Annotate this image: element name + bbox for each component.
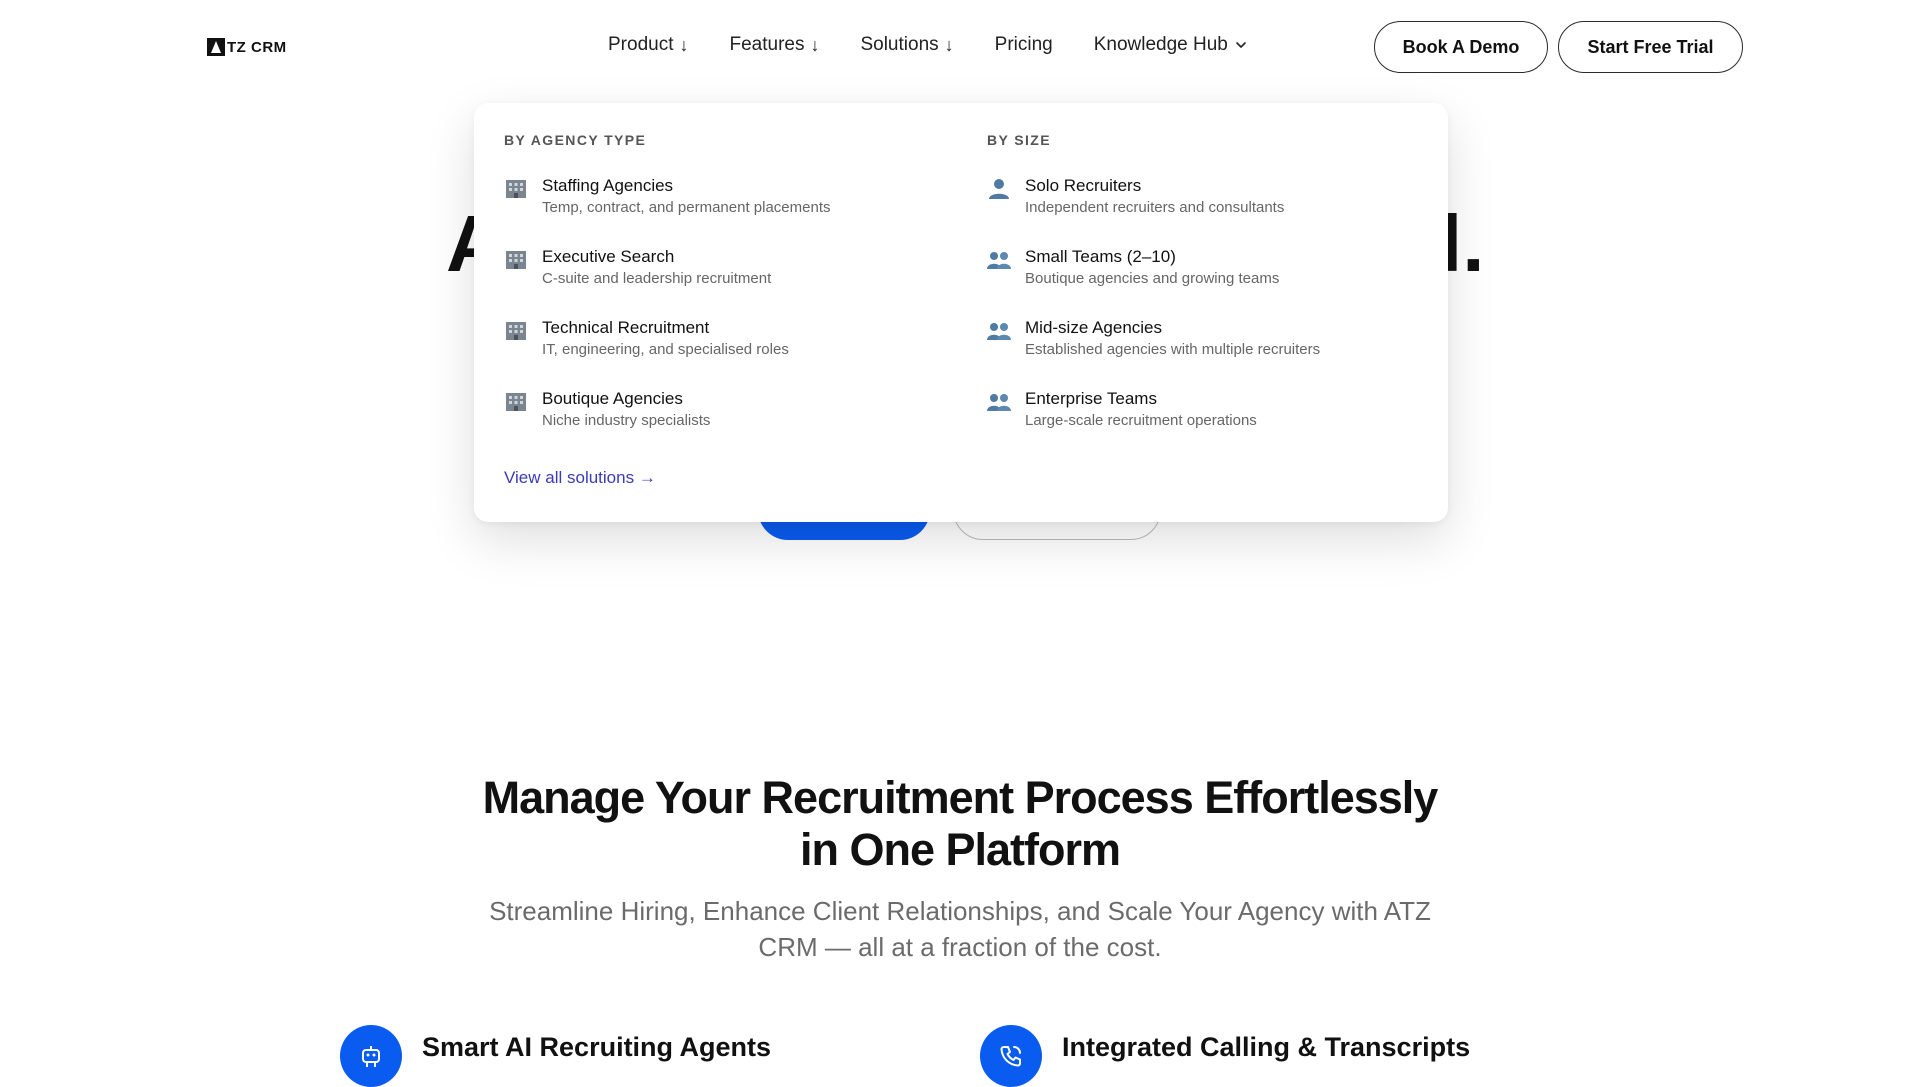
nav-knowledge-hub[interactable]: Knowledge Hub bbox=[1094, 34, 1248, 56]
menu-item-staffing-agencies[interactable]: Staffing Agencies Temp, contract, and pe… bbox=[504, 176, 831, 247]
menu-item-boutique-agencies[interactable]: Boutique Agencies Niche industry special… bbox=[504, 389, 831, 460]
people-icon bbox=[987, 323, 1011, 340]
size-heading: BY SIZE bbox=[987, 132, 1052, 148]
menu-item-desc: Established agencies with multiple recru… bbox=[1025, 341, 1321, 358]
nav-knowledge-hub-label: Knowledge Hub bbox=[1093, 34, 1228, 55]
logo-text: TZ CRM bbox=[227, 38, 287, 56]
arrow-down-icon: ↓ bbox=[810, 34, 820, 55]
nav-solutions-label: Solutions bbox=[860, 34, 939, 55]
nav-features-label: Features bbox=[729, 34, 805, 55]
menu-item-title: Mid-size Agencies bbox=[1025, 318, 1163, 337]
logo[interactable]: TZ CRM bbox=[207, 38, 287, 56]
menu-item-desc: Niche industry specialists bbox=[542, 412, 711, 429]
robot-icon bbox=[340, 1025, 402, 1087]
book-demo-button[interactable]: Book A Demo bbox=[1374, 21, 1548, 73]
nav-solutions[interactable]: Solutions ↓ bbox=[860, 34, 953, 56]
main-nav: Product ↓ Features ↓ Solutions ↓ Pricing… bbox=[608, 34, 1248, 56]
start-free-trial-button[interactable]: Start Free Trial bbox=[1558, 21, 1743, 73]
nav-pricing-label: Pricing bbox=[994, 34, 1053, 55]
menu-item-desc: Boutique agencies and growing teams bbox=[1025, 270, 1280, 287]
menu-item-enterprise-teams[interactable]: Enterprise Teams Large-scale recruitment… bbox=[987, 389, 1320, 460]
person-icon bbox=[989, 179, 1009, 199]
menu-item-desc: C-suite and leadership recruitment bbox=[542, 270, 772, 287]
solutions-dropdown: BY AGENCY TYPE Staffing Agencies Temp, c… bbox=[474, 103, 1448, 522]
menu-item-desc: IT, engineering, and specialised roles bbox=[542, 341, 789, 358]
menu-item-desc: Large-scale recruitment operations bbox=[1025, 412, 1257, 429]
menu-item-desc: Temp, contract, and permanent placements bbox=[542, 199, 831, 216]
agency-type-column: BY AGENCY TYPE Staffing Agencies Temp, c… bbox=[504, 132, 831, 460]
people-icon bbox=[987, 394, 1011, 411]
nav-pricing[interactable]: Pricing bbox=[995, 34, 1053, 56]
menu-item-title: Boutique Agencies bbox=[542, 389, 683, 408]
logo-mark-icon bbox=[207, 38, 225, 56]
arrow-down-icon: ↓ bbox=[944, 34, 954, 55]
menu-item-title: Enterprise Teams bbox=[1025, 389, 1157, 408]
building-icon bbox=[506, 251, 526, 269]
feature-smart-ai-agents: Smart AI Recruiting Agents bbox=[340, 1025, 771, 1087]
feature-integrated-calling: Integrated Calling & Transcripts bbox=[980, 1025, 1470, 1087]
section-title-line-1: Manage Your Recruitment Process Effortle… bbox=[482, 772, 1439, 823]
feature-title: Integrated Calling & Transcripts bbox=[1062, 1031, 1471, 1062]
section-title: Manage Your Recruitment Process Effortle… bbox=[0, 772, 1920, 876]
arrow-down-icon: ↓ bbox=[679, 34, 689, 55]
menu-item-mid-size-agencies[interactable]: Mid-size Agencies Established agencies w… bbox=[987, 318, 1320, 389]
menu-item-technical-recruitment[interactable]: Technical Recruitment IT, engineering, a… bbox=[504, 318, 831, 389]
size-column: BY SIZE Solo Recruiters Independent recr… bbox=[987, 132, 1320, 460]
section-title-line-2: in One Platform bbox=[799, 824, 1121, 875]
menu-item-title: Executive Search bbox=[542, 247, 675, 266]
phone-icon bbox=[980, 1025, 1042, 1087]
menu-item-title: Small Teams (2–10) bbox=[1025, 247, 1176, 266]
view-all-solutions-link[interactable]: View all solutions → bbox=[504, 468, 656, 488]
people-icon bbox=[987, 252, 1011, 269]
building-icon bbox=[506, 180, 526, 198]
building-icon bbox=[506, 322, 526, 340]
menu-item-small-teams[interactable]: Small Teams (2–10) Boutique agencies and… bbox=[987, 247, 1320, 318]
menu-item-solo-recruiters[interactable]: Solo Recruiters Independent recruiters a… bbox=[987, 176, 1320, 247]
menu-item-title: Technical Recruitment bbox=[542, 318, 710, 337]
menu-item-title: Solo Recruiters bbox=[1025, 176, 1142, 195]
chevron-down-icon bbox=[1236, 42, 1246, 48]
menu-item-title: Staffing Agencies bbox=[542, 176, 674, 195]
nav-features[interactable]: Features ↓ bbox=[729, 34, 819, 56]
section-subtitle: Streamline Hiring, Enhance Client Relati… bbox=[489, 896, 1431, 962]
nav-product[interactable]: Product ↓ bbox=[608, 34, 688, 56]
menu-item-executive-search[interactable]: Executive Search C-suite and leadership … bbox=[504, 247, 831, 318]
nav-product-label: Product bbox=[608, 34, 674, 55]
feature-title: Smart AI Recruiting Agents bbox=[422, 1031, 772, 1062]
menu-item-desc: Independent recruiters and consultants bbox=[1025, 199, 1285, 216]
building-icon bbox=[506, 393, 526, 411]
agency-type-heading: BY AGENCY TYPE bbox=[504, 132, 647, 148]
